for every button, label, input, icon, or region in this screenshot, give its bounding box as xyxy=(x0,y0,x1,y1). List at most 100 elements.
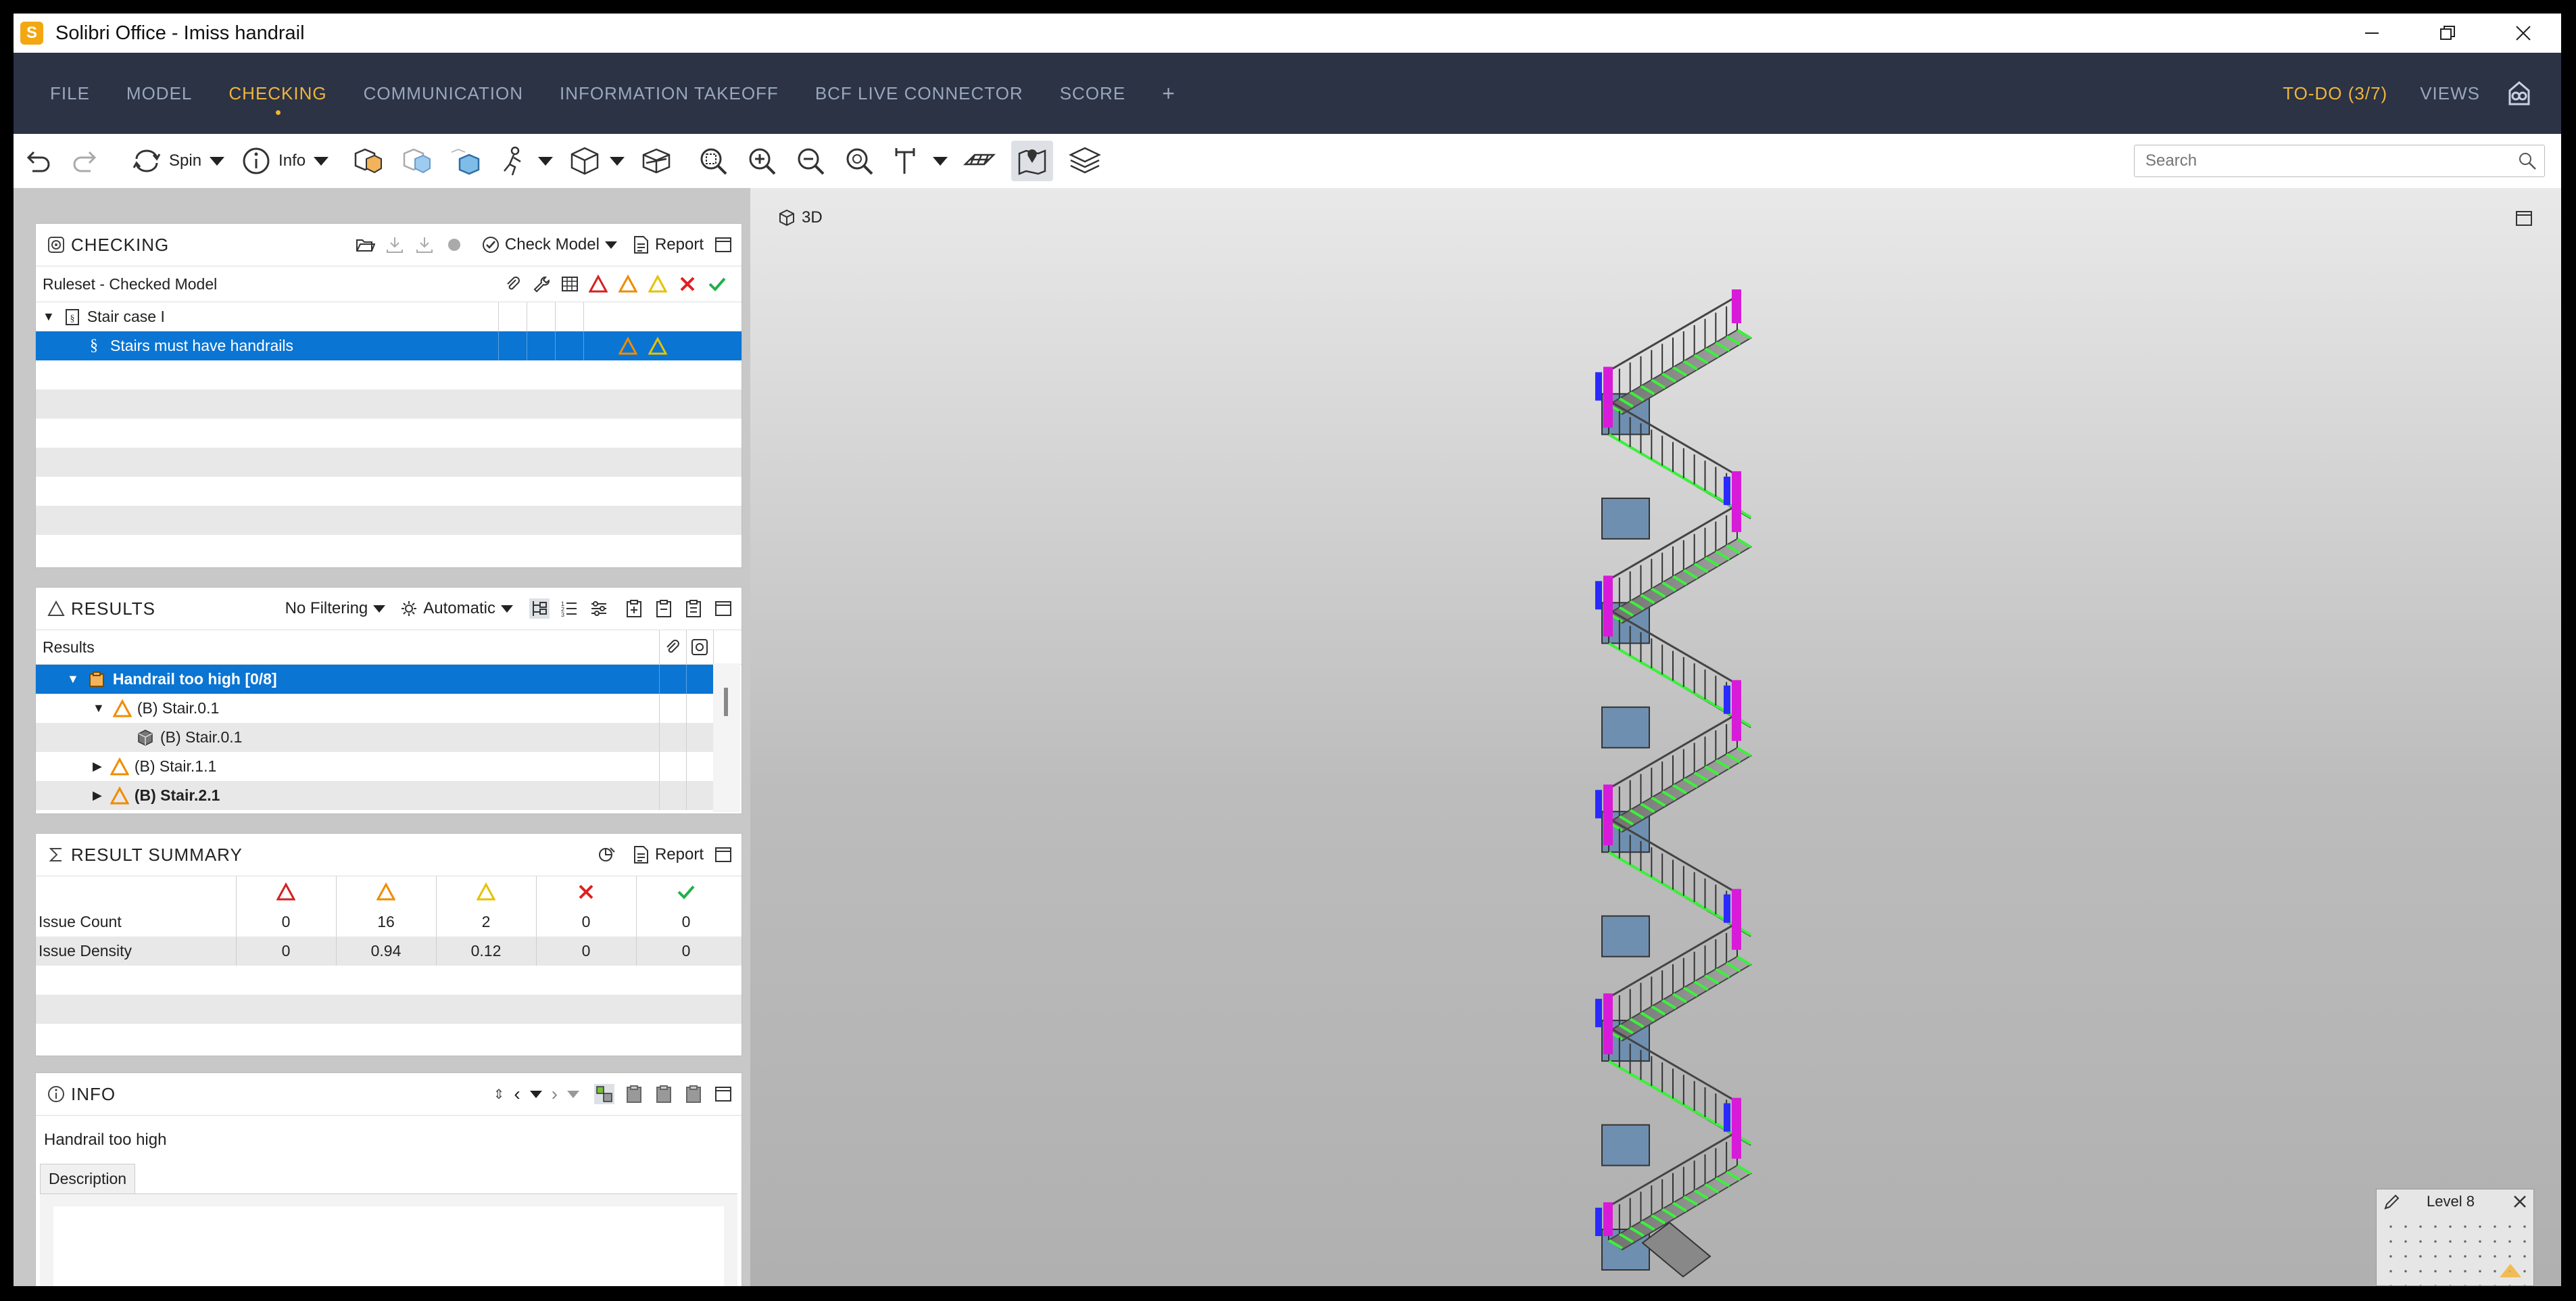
close-button[interactable] xyxy=(2485,14,2561,53)
layers-button[interactable] xyxy=(1068,141,1102,181)
chevron-down-icon[interactable] xyxy=(604,241,617,249)
undo-button[interactable] xyxy=(20,141,54,181)
views-icon[interactable] xyxy=(2504,78,2534,108)
minimize-button[interactable] xyxy=(2334,14,2410,53)
collapse-triangle-icon[interactable]: ▼ xyxy=(43,310,55,324)
tree-view-button[interactable] xyxy=(529,598,550,619)
location-map-button[interactable] xyxy=(1011,141,1054,181)
zoom-selected-button[interactable] xyxy=(842,141,876,181)
info-clipboard-button[interactable] xyxy=(683,1084,704,1104)
record-button[interactable] xyxy=(444,235,464,255)
collapse-triangle-icon[interactable]: ▼ xyxy=(67,672,79,686)
summary-report-button[interactable]: Report xyxy=(631,845,704,865)
checking-report-button[interactable]: Report xyxy=(631,235,704,255)
scrollbar-thumb[interactable] xyxy=(724,688,728,716)
next-button[interactable]: › xyxy=(552,1083,558,1105)
level-label: Level 8 xyxy=(2427,1193,2475,1210)
info-clipboard-button[interactable] xyxy=(654,1084,674,1104)
measure-button[interactable] xyxy=(891,141,948,181)
chevron-down-icon[interactable] xyxy=(933,156,948,166)
chevron-down-icon[interactable] xyxy=(210,156,225,166)
create-issue-button[interactable] xyxy=(624,598,644,619)
import-ruleset-button[interactable] xyxy=(385,235,405,255)
todo-button[interactable]: TO-DO (3/7) xyxy=(2283,83,2387,104)
expand-triangle-icon[interactable]: ▶ xyxy=(93,788,102,803)
maximize-panel-button[interactable] xyxy=(713,598,733,619)
menu-model[interactable]: MODEL xyxy=(126,83,192,104)
solibri-logo-icon: S xyxy=(20,22,43,45)
result-row[interactable]: ▼ (B) Stair.0.1 xyxy=(36,694,713,723)
floor-plan-button[interactable] xyxy=(963,141,996,181)
result-group-row[interactable]: ▼ Handrail too high [0/8] xyxy=(36,665,713,694)
view-cube-button[interactable] xyxy=(568,141,625,181)
export-ruleset-button[interactable] xyxy=(414,235,435,255)
list-view-button[interactable]: 123 xyxy=(559,598,579,619)
check-model-button[interactable]: Check Model xyxy=(481,235,617,255)
history-dropdown[interactable] xyxy=(529,1090,542,1098)
restore-button[interactable] xyxy=(2410,14,2485,53)
description-area[interactable] xyxy=(40,1193,737,1286)
hide-components-button[interactable] xyxy=(399,141,433,181)
zoom-out-button[interactable] xyxy=(794,141,827,181)
redo-button[interactable] xyxy=(69,141,103,181)
result-row[interactable]: ▶ (B) Stair.1.1 xyxy=(36,752,713,781)
chevron-down-icon[interactable] xyxy=(529,1090,542,1098)
description-tab[interactable]: Description xyxy=(40,1164,136,1193)
chevron-down-icon[interactable] xyxy=(610,156,625,166)
maximize-panel-button[interactable] xyxy=(713,845,733,865)
results-scrollbar[interactable] xyxy=(713,663,740,812)
edit-level-icon[interactable] xyxy=(2383,1193,2401,1210)
sort-button[interactable]: ⇕ xyxy=(493,1086,505,1103)
info-properties-button[interactable] xyxy=(594,1084,614,1104)
result-row[interactable]: ▶ (B) Stair.2.1 xyxy=(36,781,713,810)
stair-model-3d[interactable] xyxy=(750,188,2561,1286)
menu-information-takeoff[interactable]: INFORMATION TAKEOFF xyxy=(560,83,779,104)
chart-settings-button[interactable] xyxy=(597,845,617,865)
spin-button[interactable]: Spin xyxy=(130,141,225,181)
close-icon[interactable] xyxy=(2512,1193,2528,1210)
forward-dropdown[interactable] xyxy=(567,1090,579,1098)
views-button[interactable]: VIEWS xyxy=(2420,83,2480,104)
level-navigator[interactable]: Level 8 xyxy=(2376,1189,2534,1286)
menu-bcf-live-connector[interactable]: BCF LIVE CONNECTOR xyxy=(815,83,1023,104)
chevron-down-icon[interactable] xyxy=(567,1090,579,1098)
info-button[interactable]: Info xyxy=(239,141,329,181)
rule-row[interactable]: § Stairs must have handrails xyxy=(36,331,742,360)
accept-issue-button[interactable] xyxy=(654,598,674,619)
reject-issue-button[interactable] xyxy=(683,598,704,619)
isolate-components-button[interactable] xyxy=(447,141,481,181)
ruleset-row[interactable]: ▼ § Stair case I xyxy=(36,302,742,331)
chevron-down-icon[interactable] xyxy=(501,605,513,613)
ruleset-icon: § xyxy=(65,308,79,325)
chevron-down-icon[interactable] xyxy=(314,156,329,166)
menu-communication[interactable]: COMMUNICATION xyxy=(364,83,523,104)
result-row[interactable]: (B) Stair.0.1 xyxy=(36,723,713,752)
menu-score[interactable]: SCORE xyxy=(1060,83,1125,104)
add-tab-button[interactable]: + xyxy=(1162,81,1175,106)
result-label: (B) Stair.0.1 xyxy=(160,728,243,746)
filter-dropdown[interactable]: No Filtering xyxy=(285,599,386,618)
chevron-down-icon[interactable] xyxy=(538,156,554,166)
3d-viewport[interactable]: 3D Level 8 xyxy=(750,188,2561,1286)
maximize-panel-button[interactable] xyxy=(713,1084,733,1104)
info-clipboard-button[interactable] xyxy=(624,1084,644,1104)
previous-button[interactable]: ‹ xyxy=(514,1083,520,1105)
search-input[interactable] xyxy=(2135,151,2517,171)
expand-triangle-icon[interactable]: ▶ xyxy=(93,759,102,774)
zoom-in-button[interactable] xyxy=(745,141,779,181)
open-ruleset-button[interactable] xyxy=(355,235,375,255)
zoom-to-fit-button[interactable] xyxy=(696,141,730,181)
section-box-button[interactable] xyxy=(639,141,673,181)
chevron-down-icon[interactable] xyxy=(373,605,386,613)
maximize-panel-button[interactable] xyxy=(713,235,733,255)
walk-mode-button[interactable] xyxy=(496,141,554,181)
show-components-button[interactable] xyxy=(350,141,384,181)
stair-flight[interactable] xyxy=(1595,289,1752,435)
menu-file[interactable]: FILE xyxy=(50,83,90,104)
result-label: Handrail too high [0/8] xyxy=(112,670,277,688)
settings-button[interactable] xyxy=(589,598,609,619)
search-icon[interactable] xyxy=(2517,151,2537,171)
grouping-dropdown[interactable]: Automatic xyxy=(399,598,513,619)
collapse-triangle-icon[interactable]: ▼ xyxy=(93,701,105,715)
menu-checking[interactable]: CHECKING xyxy=(228,83,326,115)
